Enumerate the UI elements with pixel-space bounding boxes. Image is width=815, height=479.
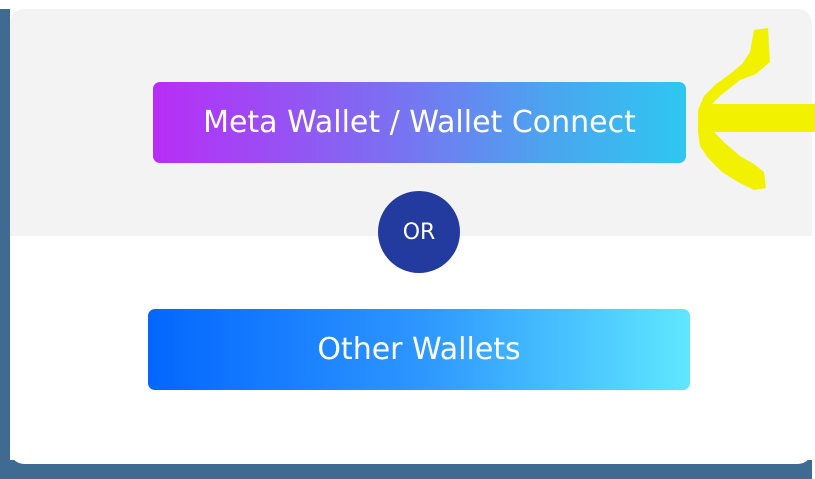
backdrop <box>0 0 10 479</box>
meta-wallet-connect-button[interactable]: Meta Wallet / Wallet Connect <box>153 82 686 163</box>
wallet-connect-modal: Meta Wallet / Wallet Connect OR Other Wa… <box>10 9 812 464</box>
or-divider-badge: OR <box>378 191 460 273</box>
other-wallets-button[interactable]: Other Wallets <box>148 309 690 390</box>
screen: Meta Wallet / Wallet Connect OR Other Wa… <box>0 0 815 479</box>
page-top-edge <box>0 0 815 9</box>
arrow-left-icon <box>698 28 815 190</box>
